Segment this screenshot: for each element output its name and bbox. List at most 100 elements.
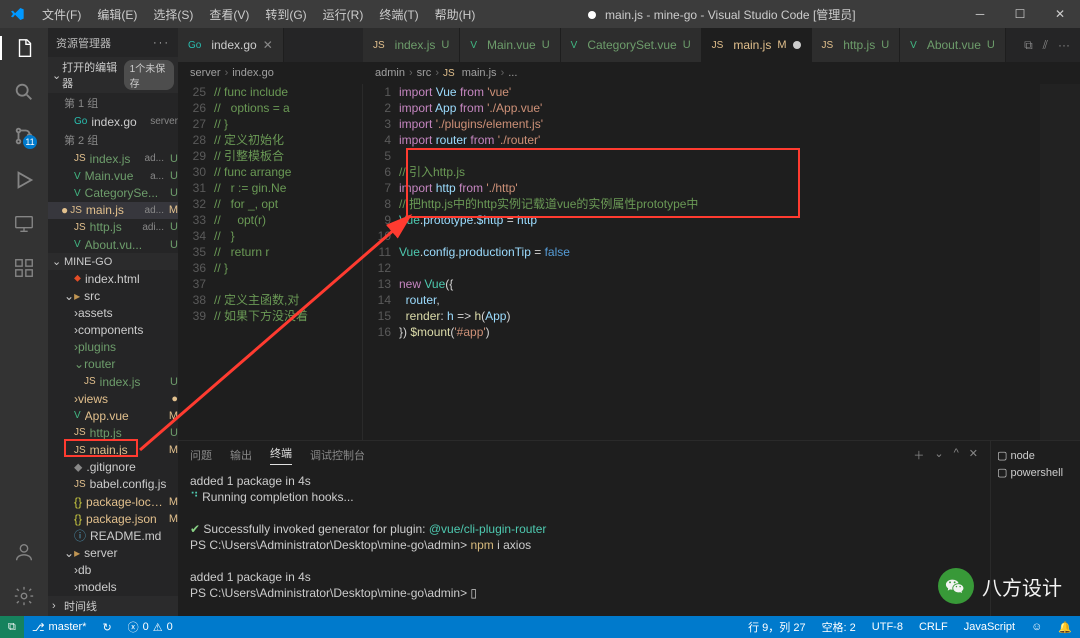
terminal[interactable]: added 1 package in 4s⠙ Running completio…	[178, 469, 990, 616]
editor-tabs-right: JSindex.jsUVMain.vueUVCategorySet.vueUJS…	[363, 28, 1080, 62]
timeline-header[interactable]: ›时间线	[48, 596, 178, 616]
editor-pane-left[interactable]: 25// func include26// options = a27// }2…	[178, 84, 363, 440]
tree-item[interactable]: JSbabel.config.js	[48, 476, 178, 493]
watermark: 八方设计	[938, 568, 1062, 604]
terminal-instance[interactable]: ▢ node	[997, 447, 1074, 464]
project-header[interactable]: ⌄MINE-GO	[48, 253, 178, 270]
settings-gear-icon[interactable]	[12, 584, 36, 608]
explorer-icon[interactable]	[0, 36, 48, 60]
tree-item[interactable]: {}package.jsonM	[48, 510, 178, 527]
tree-item-mainjs[interactable]: JSmain.jsM	[48, 442, 178, 459]
indent-indicator[interactable]: 空格: 2	[814, 619, 864, 635]
panel-tab[interactable]: 终端	[270, 445, 292, 465]
problems-indicator[interactable]: ⓧ 0 ⚠ 0	[120, 619, 181, 635]
tree-item[interactable]: ⬥index.html	[48, 270, 178, 287]
menu-item[interactable]: 终端(T)	[371, 0, 426, 28]
split-editor-icon[interactable]: ⧉	[1024, 38, 1033, 53]
sidebar-header: 资源管理器···	[48, 28, 178, 57]
compare-icon[interactable]: ⫽	[1043, 38, 1048, 53]
account-icon[interactable]	[12, 540, 36, 564]
menu-item[interactable]: 帮助(H)	[427, 0, 484, 28]
tree-item[interactable]: VApp.vueM	[48, 407, 178, 424]
tree-item[interactable]: ⬥.gitignore	[48, 459, 178, 476]
run-debug-icon[interactable]	[12, 168, 36, 192]
more-icon[interactable]: ···	[1058, 38, 1070, 52]
breadcrumb-right[interactable]: admin›src›JS main.js›...	[363, 62, 1080, 84]
branch-indicator[interactable]: ⎇ master*	[24, 621, 95, 634]
tree-folder[interactable]: › views●	[48, 390, 178, 407]
open-editor-item[interactable]: JSindex.jsad...U	[48, 150, 178, 167]
editor-pane-right[interactable]: 1import Vue from 'vue'2import App from '…	[363, 84, 1080, 440]
feedback-icon[interactable]: ☺	[1023, 621, 1050, 633]
menu-item[interactable]: 选择(S)	[145, 0, 201, 28]
remote-explorer-icon[interactable]	[12, 212, 36, 236]
open-editor-item[interactable]: VMain.vuea...U	[48, 167, 178, 184]
tree-folder[interactable]: › assets	[48, 304, 178, 321]
terminal-instance[interactable]: ▢ powershell	[997, 464, 1074, 481]
tree-folder[interactable]: › components	[48, 322, 178, 339]
panel-tabs: 问题 输出 终端 调试控制台 ＋ ⌄ ^ ✕	[178, 441, 990, 469]
open-editor-item[interactable]: VCategorySe...U	[48, 185, 178, 202]
minimap[interactable]	[1040, 84, 1080, 440]
editor-area: Goindex.go✕ JSindex.jsUVMain.vueUVCatego…	[178, 28, 1080, 616]
panel-tab[interactable]: 问题	[190, 447, 212, 463]
tree-folder[interactable]: › db	[48, 562, 178, 579]
more-icon[interactable]: ···	[153, 37, 170, 49]
menu-item[interactable]: 运行(R)	[315, 0, 372, 28]
editor-tab[interactable]: VCategorySet.vueU	[561, 28, 702, 62]
group-2-label: 第 2 组	[48, 130, 178, 150]
panel-close-icon[interactable]: ✕	[969, 447, 978, 463]
tree-item[interactable]: JSindex.jsU	[48, 373, 178, 390]
panel-add-icon[interactable]: ＋	[913, 447, 924, 463]
menu-item[interactable]: 编辑(E)	[89, 0, 145, 28]
menu-item[interactable]: 查看(V)	[201, 0, 257, 28]
extensions-icon[interactable]	[12, 256, 36, 280]
editor-tab[interactable]: VMain.vueU	[460, 28, 560, 62]
title-bar: 文件(F)编辑(E)选择(S)查看(V)转到(G)运行(R)终端(T)帮助(H)…	[0, 0, 1080, 28]
breadcrumb-left[interactable]: server›index.go	[178, 62, 363, 84]
window-title: main.js - mine-go - Visual Studio Code […	[483, 6, 960, 23]
maximize-icon[interactable]: ☐	[1000, 0, 1040, 28]
tree-folder[interactable]: ⌄ router	[48, 356, 178, 373]
panel-maximize-icon[interactable]: ^	[954, 447, 959, 463]
editor-tabs-left: Goindex.go✕	[178, 28, 363, 62]
editor-tab[interactable]: JShttp.jsU	[812, 28, 901, 62]
editor-tab[interactable]: VAbout.vueU	[900, 28, 1006, 62]
open-editor-item[interactable]: Goindex.goserver	[48, 113, 178, 130]
tree-folder[interactable]: › plugins	[48, 339, 178, 356]
panel-tab[interactable]: 输出	[230, 447, 252, 463]
panel-tab[interactable]: 调试控制台	[310, 447, 365, 463]
scm-badge: 11	[23, 135, 37, 149]
encoding-indicator[interactable]: UTF-8	[864, 621, 911, 633]
tree-folder[interactable]: ⌄▸src	[48, 287, 178, 304]
explorer-sidebar: 资源管理器··· ⌄打开的编辑器1个未保存 第 1 组 Goindex.gose…	[48, 28, 178, 616]
menu-bar: 文件(F)编辑(E)选择(S)查看(V)转到(G)运行(R)终端(T)帮助(H)	[34, 0, 483, 28]
open-editor-item[interactable]: ●JSmain.jsad...M	[48, 202, 178, 219]
editor-tab[interactable]: JSindex.jsU	[363, 28, 460, 62]
open-editor-item[interactable]: JShttp.jsadi...U	[48, 219, 178, 236]
remote-indicator[interactable]: ⧉	[0, 616, 24, 638]
eol-indicator[interactable]: CRLF	[911, 621, 956, 633]
menu-item[interactable]: 转到(G)	[257, 0, 314, 28]
cursor-position[interactable]: 行 9，列 27	[740, 619, 813, 635]
editor-tab[interactable]: Goindex.go✕	[178, 28, 284, 62]
tree-folder[interactable]: ⌄▸server	[48, 544, 178, 561]
open-editors-header[interactable]: ⌄打开的编辑器1个未保存	[48, 57, 178, 93]
group-1-label: 第 1 组	[48, 93, 178, 113]
menu-item[interactable]: 文件(F)	[34, 0, 89, 28]
vscode-logo-icon	[0, 6, 34, 22]
sync-indicator[interactable]: ↻	[94, 621, 119, 634]
editor-tab[interactable]: JSmain.jsM	[702, 28, 812, 62]
chevron-down-icon[interactable]: ⌄	[934, 447, 943, 463]
close-icon[interactable]: ✕	[1040, 0, 1080, 28]
tree-item[interactable]: JShttp.jsU	[48, 424, 178, 441]
tree-item[interactable]: {}package-lock.j...M	[48, 493, 178, 510]
notifications-icon[interactable]: 🔔	[1050, 621, 1080, 634]
language-indicator[interactable]: JavaScript	[956, 621, 1023, 633]
tree-item[interactable]: ⓘREADME.md	[48, 527, 178, 544]
tree-folder[interactable]: › models	[48, 579, 178, 596]
source-control-icon[interactable]: 11	[12, 124, 36, 148]
search-icon[interactable]	[12, 80, 36, 104]
minimize-icon[interactable]: ─	[960, 0, 1000, 28]
open-editor-item[interactable]: VAbout.vu...U	[48, 236, 178, 253]
